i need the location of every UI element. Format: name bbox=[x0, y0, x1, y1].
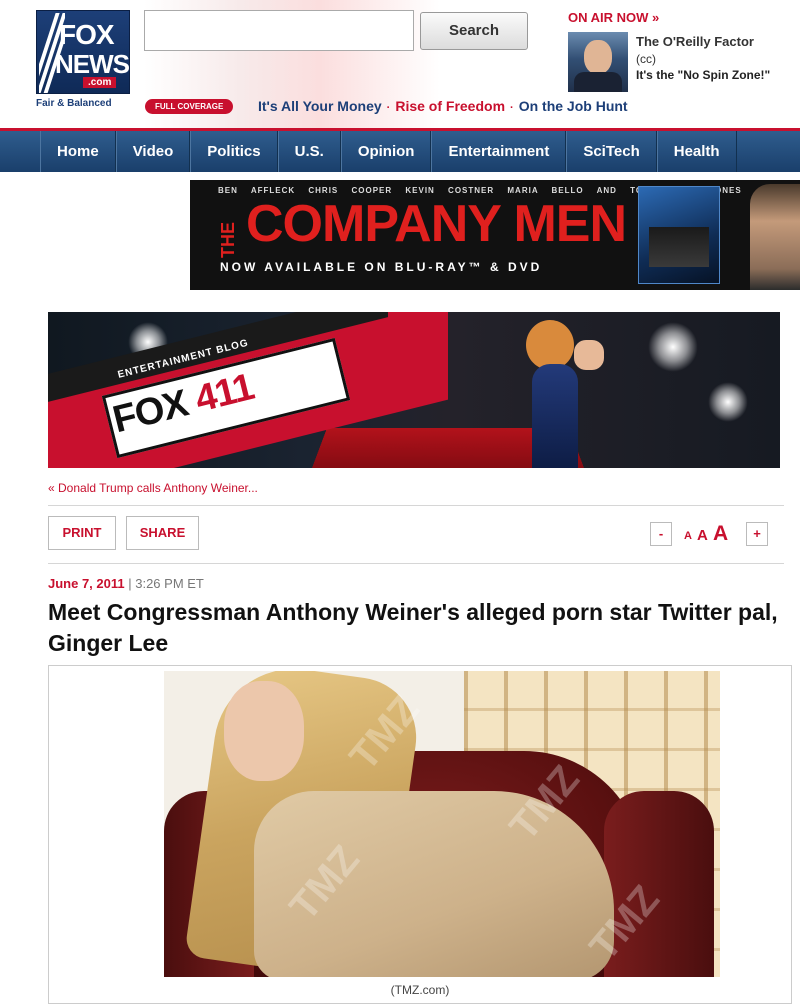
coverage-links: It's All Your Money · Rise of Freedom · On t… bbox=[258, 98, 628, 114]
ad-actor-image bbox=[750, 184, 800, 290]
logo-fox-text: FOX bbox=[59, 19, 115, 50]
font-size-small[interactable]: A bbox=[684, 530, 692, 542]
camera-flash bbox=[708, 382, 748, 422]
previous-post-link[interactable]: « Donald Trump calls Anthony Weiner... bbox=[48, 481, 258, 495]
divider bbox=[48, 563, 784, 564]
share-button[interactable]: SHARE bbox=[126, 516, 199, 550]
article-date: June 7, 2011 bbox=[48, 576, 125, 591]
celebrity-image bbox=[518, 320, 604, 468]
nav-opinion[interactable]: Opinion bbox=[340, 131, 432, 172]
logo-dotcom: .com bbox=[83, 77, 117, 88]
nav-politics[interactable]: Politics bbox=[190, 131, 278, 172]
divider bbox=[48, 505, 784, 506]
ad-title: COMPANY MEN bbox=[246, 195, 627, 253]
main-nav: Home Video Politics U.S. Opinion Enterta… bbox=[0, 128, 800, 172]
font-increase-button[interactable]: + bbox=[746, 522, 768, 546]
camera-flash bbox=[648, 322, 698, 372]
nav-video[interactable]: Video bbox=[115, 131, 191, 172]
logo-box: FOX NEWS .com bbox=[36, 10, 130, 94]
nav-scitech[interactable]: SciTech bbox=[566, 131, 657, 172]
ad-subtitle: NOW AVAILABLE ON BLU-RAY™ & DVD bbox=[220, 260, 543, 274]
nav-health[interactable]: Health bbox=[656, 131, 737, 172]
on-air-show-title[interactable]: The O'Reilly Factor bbox=[636, 34, 754, 49]
host-photo[interactable] bbox=[568, 32, 628, 92]
coverage-link-money[interactable]: It's All Your Money bbox=[258, 98, 382, 114]
logo-tagline: Fair & Balanced bbox=[36, 98, 112, 109]
on-air-now-link[interactable]: ON AIR NOW » bbox=[568, 10, 659, 25]
search-button[interactable]: Search bbox=[420, 12, 528, 50]
article-time: | 3:26 PM ET bbox=[128, 576, 204, 591]
search-input[interactable] bbox=[144, 10, 414, 51]
nav-us[interactable]: U.S. bbox=[277, 131, 341, 172]
ad-the: THE bbox=[218, 222, 238, 258]
full-coverage-badge: FULL COVERAGE bbox=[145, 99, 234, 114]
coverage-separator: · bbox=[510, 102, 514, 114]
print-button[interactable]: PRINT bbox=[48, 516, 116, 550]
company-men-ad[interactable]: BEN AFFLECK CHRIS COOPER KEVIN COSTNER M… bbox=[190, 180, 800, 290]
font-size-medium[interactable]: A bbox=[697, 527, 708, 544]
article-photo[interactable]: TMZ TMZ TMZ TMZ bbox=[164, 671, 720, 977]
photo-credit: (TMZ.com) bbox=[390, 983, 450, 997]
site-header: FOX NEWS .com Fair & Balanced Search ON … bbox=[0, 0, 800, 128]
subject-face bbox=[224, 681, 304, 781]
fox411-banner[interactable]: ENTERTAINMENT BLOG FOX 411 YOUR FIRST CA… bbox=[48, 312, 780, 468]
logo-news-text: NEWS bbox=[55, 49, 130, 79]
on-air-tagline: It's the "No Spin Zone!" bbox=[636, 68, 771, 82]
article-dateline: June 7, 2011 | 3:26 PM ET bbox=[48, 576, 204, 591]
fox-news-logo[interactable]: FOX NEWS .com Fair & Balanced bbox=[36, 10, 130, 110]
on-air-cc: (cc) bbox=[636, 52, 656, 66]
nav-home[interactable]: Home bbox=[40, 131, 116, 172]
ad-bluray-box-image bbox=[638, 186, 720, 284]
coverage-link-job-hunt[interactable]: On the Job Hunt bbox=[519, 98, 628, 114]
coverage-separator: · bbox=[386, 102, 391, 114]
coverage-link-freedom[interactable]: Rise of Freedom bbox=[395, 98, 505, 114]
nav-entertainment[interactable]: Entertainment bbox=[431, 131, 567, 172]
article-headline: Meet Congressman Anthony Weiner's allege… bbox=[48, 599, 778, 656]
font-decrease-button[interactable]: - bbox=[650, 522, 672, 546]
font-size-large[interactable]: A bbox=[713, 522, 728, 546]
